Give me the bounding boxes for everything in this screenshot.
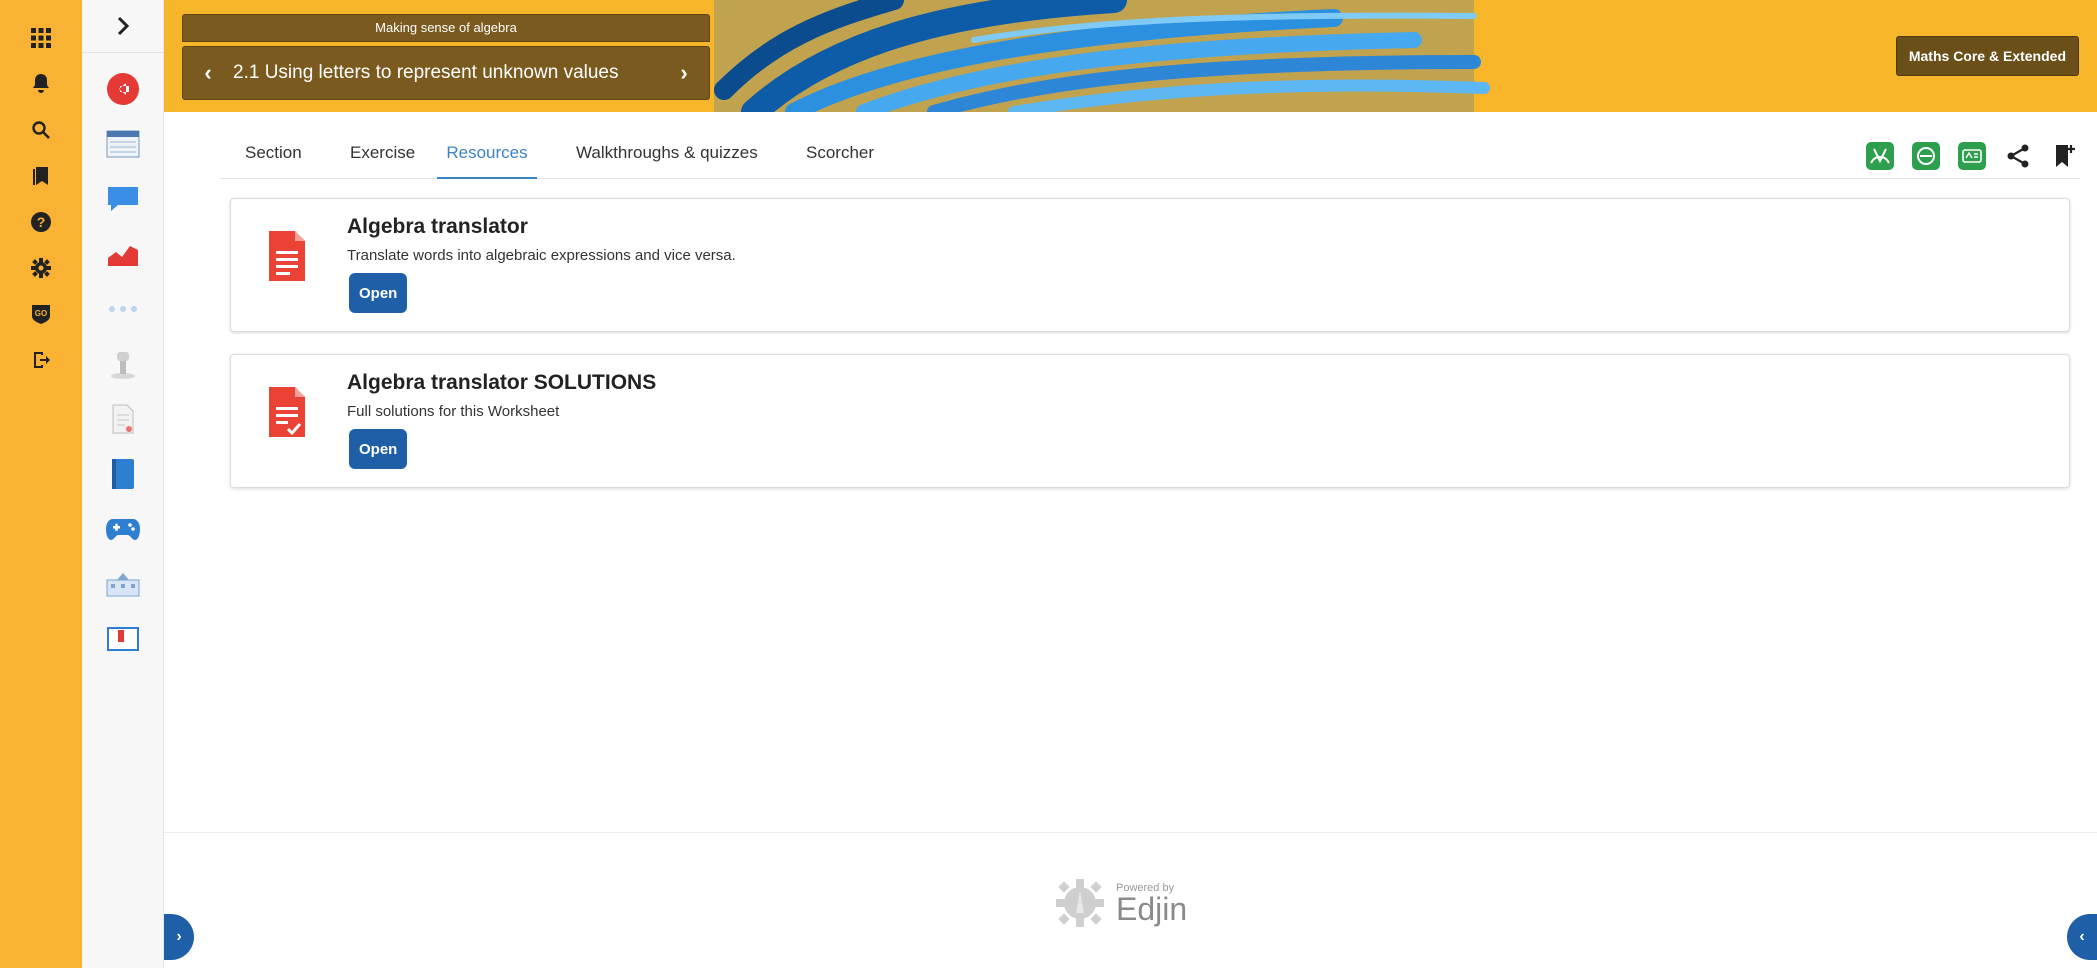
trophy-icon[interactable] [101, 342, 145, 386]
resource-card: Algebra translator SOLUTIONS Full soluti… [230, 354, 2070, 488]
resource-description: Translate words into algebraic expressio… [347, 247, 736, 264]
share-icon[interactable] [2002, 140, 2034, 172]
open-resource-button[interactable]: Open [349, 429, 408, 469]
topic-selector: Making sense of algebra ‹ 2.1 Using lett… [182, 14, 710, 100]
topic-navigation: ‹ 2.1 Using letters to represent unknown… [182, 46, 710, 100]
help-icon[interactable]: ? [21, 202, 61, 242]
footer: Powered by Edjin [164, 832, 2097, 969]
course-badge[interactable]: Maths Core & Extended [1895, 36, 2079, 76]
tab-walkthroughs-quizzes[interactable]: Walkthroughs & quizzes [576, 130, 758, 177]
resource-description: Full solutions for this Worksheet [347, 403, 560, 420]
bell-icon[interactable] [21, 64, 61, 104]
book-icon[interactable] [101, 452, 145, 496]
edjin-brand: Edjin [1116, 891, 1188, 927]
previous-topic-chevron-icon[interactable]: ‹ [197, 60, 219, 86]
resource-card: Algebra translator Translate words into … [230, 198, 2070, 332]
flashcard-icon[interactable] [101, 617, 145, 661]
svg-text:?: ? [37, 214, 46, 230]
apps-grid-icon[interactable] [21, 18, 61, 58]
contents-table-icon[interactable] [101, 122, 145, 166]
game-controller-icon[interactable] [101, 507, 145, 551]
tab-exercise[interactable]: Exercise [350, 130, 415, 177]
expand-rail-chevron-icon[interactable] [82, 0, 163, 53]
solutions-document-icon [269, 387, 305, 437]
tab-toolbar [1864, 140, 2080, 172]
bookmarks-icon[interactable] [21, 156, 61, 196]
powered-by-edjin: Powered by Edjin [1054, 877, 1187, 929]
calculator-circle-icon[interactable] [1910, 140, 1942, 172]
dots-timeline-icon[interactable] [101, 287, 145, 331]
open-resource-button[interactable]: Open [349, 273, 408, 313]
tab-resources[interactable]: Resources [437, 130, 537, 179]
logout-icon[interactable] [21, 340, 61, 380]
secondary-rail [82, 0, 164, 968]
worksheet-document-icon [269, 231, 305, 281]
next-topic-chevron-icon[interactable]: › [673, 60, 695, 86]
topic-title: 2.1 Using letters to represent unknown v… [233, 62, 619, 83]
school-building-icon[interactable] [101, 562, 145, 606]
resource-title: Algebra translator [347, 215, 528, 238]
banner-decorative-image [714, 0, 1694, 112]
document-icon[interactable] [101, 397, 145, 441]
back-arrow-icon[interactable] [101, 67, 145, 111]
go-shield-icon[interactable]: GO [21, 294, 61, 334]
topic-caption: Making sense of algebra [182, 14, 710, 42]
search-icon[interactable] [21, 110, 61, 150]
resource-title: Algebra translator SOLUTIONS [347, 371, 657, 394]
topic-banner: Making sense of algebra ‹ 2.1 Using lett… [164, 0, 2097, 112]
geometry-tool-icon[interactable] [1864, 140, 1896, 172]
edjin-gear-logo-icon [1056, 879, 1104, 927]
math-keyboard-icon[interactable] [1956, 140, 1988, 172]
svg-text:GO: GO [35, 309, 47, 318]
primary-rail: ? GO [0, 0, 82, 968]
content-tabs: Section Exercise Resources Walkthroughs … [220, 130, 2080, 179]
tab-scorcher[interactable]: Scorcher [806, 130, 874, 177]
settings-gear-icon[interactable] [21, 248, 61, 288]
progress-chart-icon[interactable] [101, 232, 145, 276]
add-bookmark-icon[interactable] [2048, 140, 2080, 172]
chat-bubble-icon[interactable] [101, 177, 145, 221]
tab-section[interactable]: Section [245, 130, 302, 177]
